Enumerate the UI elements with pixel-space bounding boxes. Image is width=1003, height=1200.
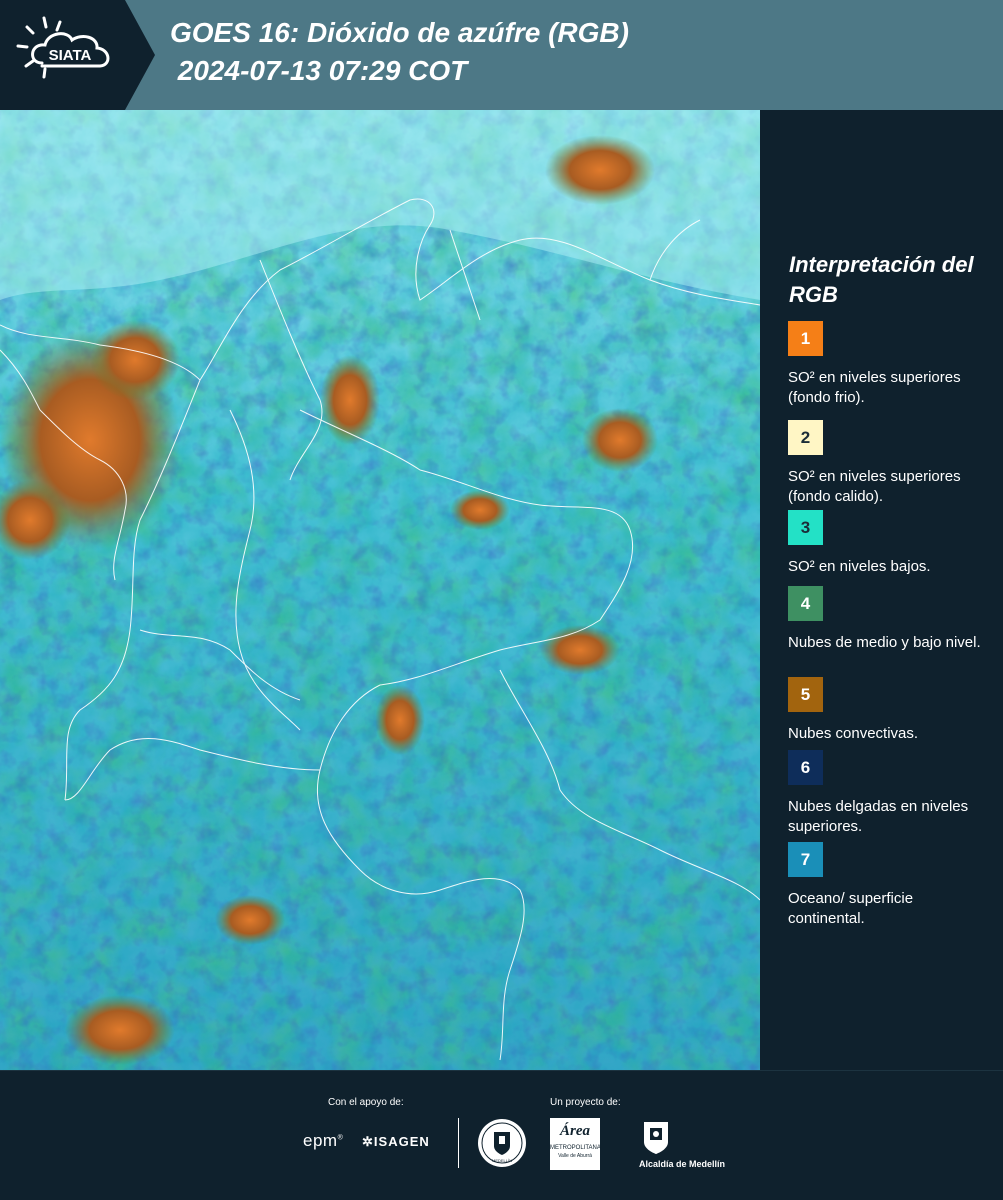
- legend-label-1: SO² en niveles superiores (fondo frio).: [788, 369, 961, 406]
- legend-label-3: SO² en niveles bajos.: [788, 558, 931, 575]
- legend-swatch-1: 1: [788, 321, 823, 356]
- isagen-icon: ✲: [362, 1134, 374, 1149]
- legend-label-6: Nubes delgadas en niveles superiores.: [788, 798, 969, 835]
- footer-divider-line: [0, 1070, 1003, 1071]
- footer-separator: [458, 1118, 459, 1168]
- isagen-logo-text: ISAGEN: [373, 1134, 430, 1149]
- support-label: Con el apoyo de:: [328, 1097, 404, 1108]
- legend-swatch-7: 7: [788, 842, 823, 877]
- legend-swatch-2: 2: [788, 420, 823, 455]
- legend-item-7: 7 Oceano/ superficie continental.: [788, 842, 988, 929]
- siata-logo[interactable]: SIATA: [0, 0, 155, 110]
- alcaldia-shield-icon: [642, 1120, 670, 1156]
- legend-swatch-5: 5: [788, 677, 823, 712]
- legend-item-5: 5 Nubes convectivas.: [788, 677, 988, 744]
- epm-logo[interactable]: epm®: [303, 1131, 343, 1151]
- legend-number-3: 3: [800, 517, 811, 537]
- area-logo-name: Área: [560, 1123, 590, 1139]
- page-title: GOES 16: Dióxido de azúfre (RGB) 2024-07…: [170, 14, 629, 90]
- legend-number-4: 4: [800, 593, 811, 613]
- legend-item-4: 4 Nubes de medio y bajo nivel.: [788, 586, 988, 653]
- legend-item-3: 3 SO² en niveles bajos.: [788, 510, 988, 577]
- title-line-1: GOES 16: Dióxido de azúfre (RGB): [170, 17, 629, 48]
- legend-number-1: 1: [800, 328, 811, 348]
- legend-item-6: 6 Nubes delgadas en niveles superiores.: [788, 750, 988, 837]
- legend-label-4: Nubes de medio y bajo nivel.: [788, 634, 981, 651]
- title-line-2: 2024-07-13 07:29 COT: [170, 55, 468, 86]
- legend-item-2: 2 SO² en niveles superiores (fondo calid…: [788, 420, 988, 509]
- legend-title: Interpretación del RGB: [789, 252, 974, 307]
- siata-logo-text: SIATA: [49, 47, 92, 64]
- legend-number-2: 2: [800, 427, 811, 447]
- legend-swatch-6: 6: [788, 750, 823, 785]
- alcaldia-label: Alcaldía de Medellín: [639, 1159, 726, 1169]
- legend-label-7: Oceano/ superficie continental.: [788, 890, 914, 927]
- medellin-seal[interactable]: MEDELLÍN: [477, 1118, 527, 1168]
- project-label: Un proyecto de:: [550, 1097, 621, 1108]
- epm-logo-text: epm: [303, 1131, 338, 1150]
- legend-number-6: 6: [800, 757, 811, 777]
- legend-swatch-3: 3: [788, 510, 823, 545]
- seal-text: MEDELLÍN: [492, 1158, 512, 1163]
- legend-label-5: Nubes convectivas.: [788, 725, 919, 742]
- satellite-rgb-map[interactable]: [0, 110, 760, 1070]
- area-logo-caption: METROPOLITANA: [550, 1145, 601, 1151]
- legend-number-5: 5: [800, 684, 811, 704]
- legend-number-7: 7: [800, 849, 811, 869]
- legend-label-2: SO² en niveles superiores (fondo calido)…: [788, 468, 961, 505]
- isagen-logo[interactable]: ✲ISAGEN: [362, 1134, 430, 1150]
- area-logo-subcaption: Valle de Aburrá: [558, 1153, 592, 1159]
- legend-swatch-4: 4: [788, 586, 823, 621]
- area-metropolitana-logo[interactable]: Área METROPOLITANA Valle de Aburrá: [550, 1118, 601, 1170]
- legend-item-1: 1 SO² en niveles superiores (fondo frio)…: [788, 321, 988, 408]
- header-bar: SIATA GOES 16: Dióxido de azúfre (RGB) 2…: [0, 0, 1003, 110]
